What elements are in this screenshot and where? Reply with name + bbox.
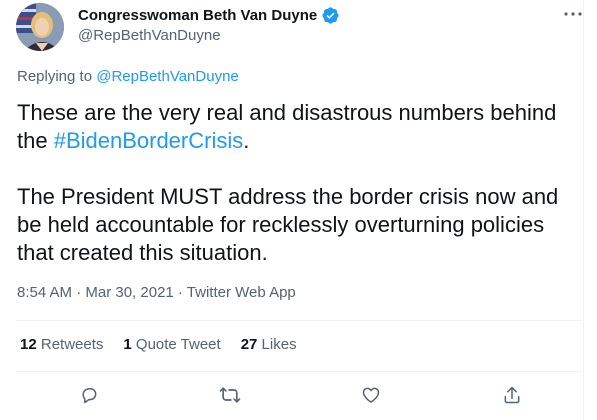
replying-to-mention[interactable]: @RepBethVanDuyne xyxy=(96,68,239,85)
quotes-label: Quote Tweet xyxy=(135,336,221,353)
tweet-stats: 12 Retweets 1 Quote Tweet 27 Likes xyxy=(20,336,317,353)
divider xyxy=(16,320,582,321)
avatar[interactable] xyxy=(16,3,64,51)
display-name[interactable]: Congresswoman Beth Van Duyne xyxy=(78,7,317,24)
tweet-paragraph-1: These are the very real and disastrous n… xyxy=(17,99,577,155)
likes-stat[interactable]: 27 Likes xyxy=(241,336,297,353)
quotes-stat[interactable]: 1 Quote Tweet xyxy=(123,336,220,353)
more-icon[interactable] xyxy=(558,2,588,26)
likes-label: Likes xyxy=(261,336,297,353)
share-icon[interactable] xyxy=(500,383,524,407)
quotes-count: 1 xyxy=(123,336,132,353)
tweet-text-part: . xyxy=(243,128,250,153)
tweet-timestamp[interactable]: 8:54 AM · Mar 30, 2021 · Twitter Web App xyxy=(17,284,296,301)
hashtag-link[interactable]: #BidenBorderCrisis xyxy=(54,128,244,153)
retweets-stat[interactable]: 12 Retweets xyxy=(20,336,103,353)
retweets-label: Retweets xyxy=(40,336,104,353)
likes-count: 27 xyxy=(240,336,258,353)
divider xyxy=(16,371,582,372)
tweet-actions xyxy=(0,377,584,413)
replying-to-prefix: Replying to xyxy=(17,68,93,85)
tweet-card: Congresswoman Beth Van Duyne @RepBethVan… xyxy=(0,0,584,420)
tweet-paragraph-2: The President MUST address the border cr… xyxy=(17,184,559,265)
replying-to-line: Replying to @RepBethVanDuyne xyxy=(17,68,239,85)
retweets-count: 12 xyxy=(20,336,37,353)
retweet-icon[interactable] xyxy=(218,383,242,407)
display-name-row[interactable]: Congresswoman Beth Van Duyne xyxy=(78,6,340,25)
reply-icon[interactable] xyxy=(77,383,101,407)
tweet-text: These are the very real and disastrous n… xyxy=(17,99,577,267)
verified-badge-icon xyxy=(321,6,340,25)
like-icon[interactable] xyxy=(359,383,383,407)
user-handle[interactable]: @RepBethVanDuyne xyxy=(78,27,221,44)
